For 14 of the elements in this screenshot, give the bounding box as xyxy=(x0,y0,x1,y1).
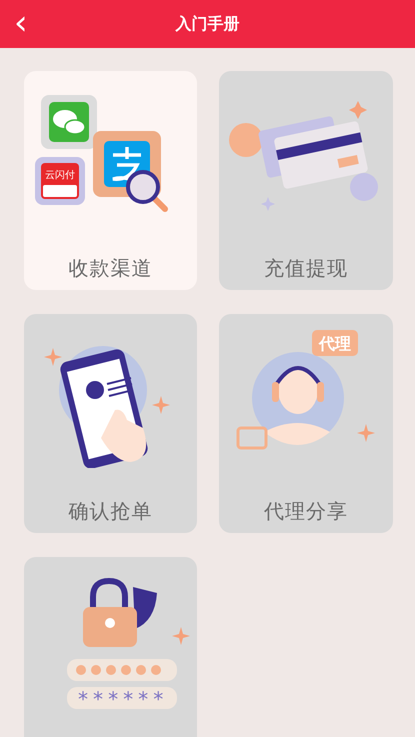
guide-card[interactable]: 代理 代理分享 xyxy=(219,314,393,533)
logo-text: 云闪付 xyxy=(44,170,74,181)
agent-tag: 代理 xyxy=(312,330,358,356)
password-mask: ****** xyxy=(76,687,167,711)
guide-card[interactable]: ****** xyxy=(24,557,197,737)
guide-card[interactable]: 云闪付 收款渠道 xyxy=(24,71,197,290)
card-label: 代理分享 xyxy=(264,498,348,525)
guide-card[interactable]: 充值提现 xyxy=(219,71,393,290)
guide-card[interactable]: 确认抢单 xyxy=(24,314,197,533)
page-title: 入门手册 xyxy=(176,13,240,35)
card-label: 充值提现 xyxy=(264,255,348,282)
card-label: 收款渠道 xyxy=(68,255,152,282)
back-button[interactable]: ‹ xyxy=(10,6,32,40)
card-label: 确认抢单 xyxy=(68,498,152,525)
